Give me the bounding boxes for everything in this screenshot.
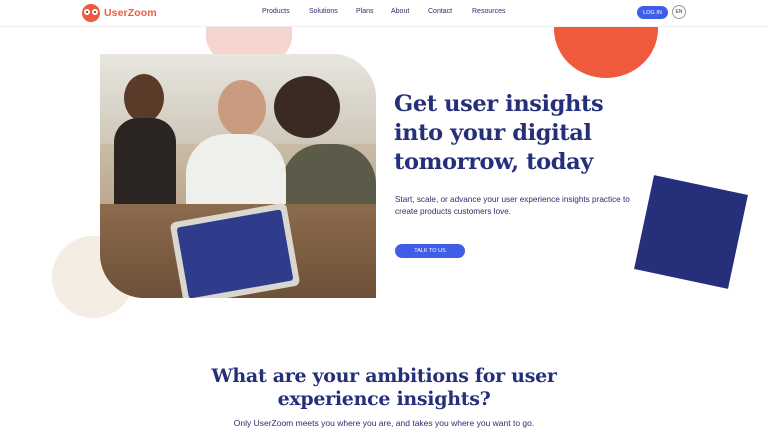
nav-item-plans[interactable]: Plans (356, 8, 374, 15)
userzoom-logo[interactable]: UserZoom (82, 4, 157, 22)
section-subtitle: Only UserZoom meets you where you are, a… (233, 418, 535, 428)
talk-to-us-button[interactable]: TALK TO US (395, 244, 465, 258)
top-navigation: UserZoom Products Solutions Plans About … (0, 0, 768, 27)
laptop-screen (176, 209, 294, 298)
hero-title-line-1: Get user insights (394, 91, 604, 117)
section-title-line-2: experience insights? (277, 388, 491, 410)
person-middle-head (218, 80, 266, 136)
language-selector[interactable]: EN (672, 5, 686, 19)
person-left-head (124, 74, 164, 122)
nav-item-resources[interactable]: Resources (472, 8, 505, 15)
section-title: What are your ambitions for user experie… (0, 365, 768, 411)
person-right-head (274, 76, 340, 138)
login-button[interactable]: LOG IN (637, 6, 668, 19)
decorative-navy-square (634, 175, 748, 289)
nav-item-about[interactable]: About (391, 8, 409, 15)
section-title-line-1: What are your ambitions for user (211, 365, 557, 387)
hero-title: Get user insights into your digital tomo… (394, 90, 634, 177)
hero-title-line-2: into your digital (394, 120, 592, 146)
nav-item-solutions[interactable]: Solutions (309, 8, 338, 15)
brand-name: UserZoom (104, 7, 157, 19)
nav-item-contact[interactable]: Contact (428, 8, 452, 15)
nav-item-products[interactable]: Products (262, 8, 290, 15)
hero-title-line-3: tomorrow, today (394, 149, 593, 175)
hero-photo (100, 54, 376, 298)
hero-subtitle: Start, scale, or advance your user exper… (395, 195, 630, 216)
owl-logo-icon (82, 4, 100, 22)
